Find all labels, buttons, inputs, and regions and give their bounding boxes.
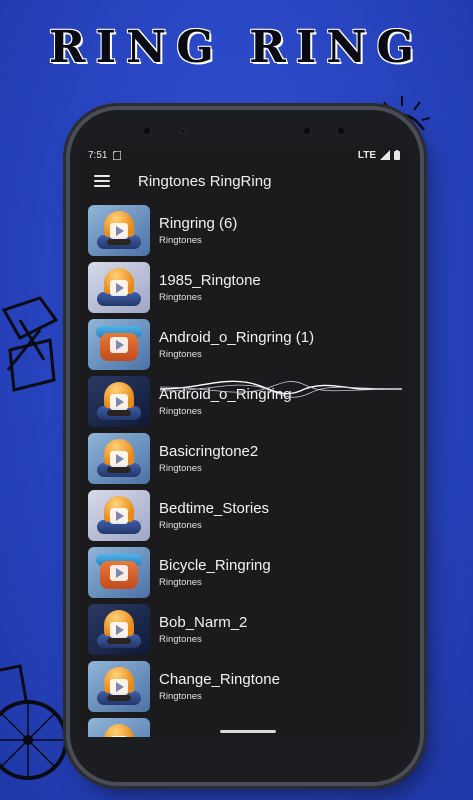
ringtone-thumbnail [88, 433, 150, 484]
sensor-dot [180, 128, 186, 134]
ringtone-row[interactable]: Bedtime_Stories Ringtones [80, 487, 408, 544]
hamburger-menu-icon[interactable] [94, 175, 110, 187]
ringtone-thumbnail [88, 718, 150, 737]
ringtone-category: Ringtones [159, 235, 202, 246]
ringtone-row[interactable]: Bicycle_Ringring Ringtones [80, 544, 408, 601]
scribble-doodle-icon [1, 296, 59, 392]
ringtone-name: Basicringtone2 [159, 443, 259, 460]
ringtone-name: 1985_Ringtone [159, 272, 261, 289]
playing-waveform-icon [160, 380, 402, 398]
waveform-line [160, 384, 402, 398]
ringtone-name: Bob_Narm_2 [159, 614, 248, 631]
signal-icon [380, 150, 390, 160]
ringtone-name: Change_Ringtone [159, 671, 280, 688]
bicycle-wheel-doodle-icon [0, 664, 68, 780]
ringtone-name: Bedtime_Stories [159, 500, 270, 517]
waveform-line [160, 381, 402, 393]
status-time: 7:51 [88, 149, 108, 161]
camera-dot [142, 126, 152, 136]
ringtone-row[interactable] [80, 715, 408, 737]
banner-title: RING RING [48, 22, 425, 73]
ringtone-thumbnail [88, 547, 150, 598]
ringtone-row[interactable]: Ringring (6) Ringtones [80, 202, 408, 259]
app-title: Ringtones RingRing [138, 172, 272, 190]
ringtone-row[interactable]: Android_o_Ringring Ringtones [80, 373, 408, 430]
ringtone-category: Ringtones [159, 691, 202, 702]
gesture-nav-bar[interactable] [220, 730, 276, 733]
ringtone-row[interactable]: 1985_Ringtone Ringtones [80, 259, 408, 316]
sensor-dot [302, 126, 312, 136]
ringtone-thumbnail [88, 262, 150, 313]
ringtone-list[interactable]: Ringring (6) Ringtones 1985_Ringtone Ringto… [80, 197, 408, 737]
phone-screen: 7:51 LTE Ringtones RingRing Ringring (6)… [80, 145, 408, 737]
ringtone-name: Android_o_Ringring (1) [159, 329, 315, 346]
ringtone-category: Ringtones [159, 463, 202, 474]
ringtone-thumbnail [88, 319, 150, 370]
ringtone-category: Ringtones [159, 577, 202, 588]
ringtone-row[interactable]: Change_Ringtone Ringtones [80, 658, 408, 715]
ringtone-thumbnail [88, 661, 150, 712]
sensor-dot [336, 126, 346, 136]
ringtone-thumbnail [88, 205, 150, 256]
ringtone-category: Ringtones [159, 349, 202, 360]
sd-card-icon [113, 150, 122, 160]
app-toolbar: Ringtones RingRing [80, 165, 408, 197]
ringtone-name: Ringring (6) [159, 215, 238, 232]
ringtone-thumbnail [88, 490, 150, 541]
network-type: LTE [357, 149, 376, 161]
ringtone-category: Ringtones [159, 292, 202, 303]
ringtone-category: Ringtones [159, 520, 202, 531]
ringtone-thumbnail [88, 604, 150, 655]
ringtone-row[interactable]: Basicringtone2 Ringtones [80, 430, 408, 487]
ringtone-category: Ringtones [159, 634, 202, 645]
battery-icon [394, 150, 400, 160]
status-bar: 7:51 LTE [80, 145, 408, 165]
ringtone-row[interactable]: Android_o_Ringring (1) Ringtones [80, 316, 408, 373]
ringtone-thumbnail [88, 376, 150, 427]
ringtone-row[interactable]: Bob_Narm_2 Ringtones [80, 601, 408, 658]
ringtone-name: Bicycle_Ringring [159, 557, 271, 574]
